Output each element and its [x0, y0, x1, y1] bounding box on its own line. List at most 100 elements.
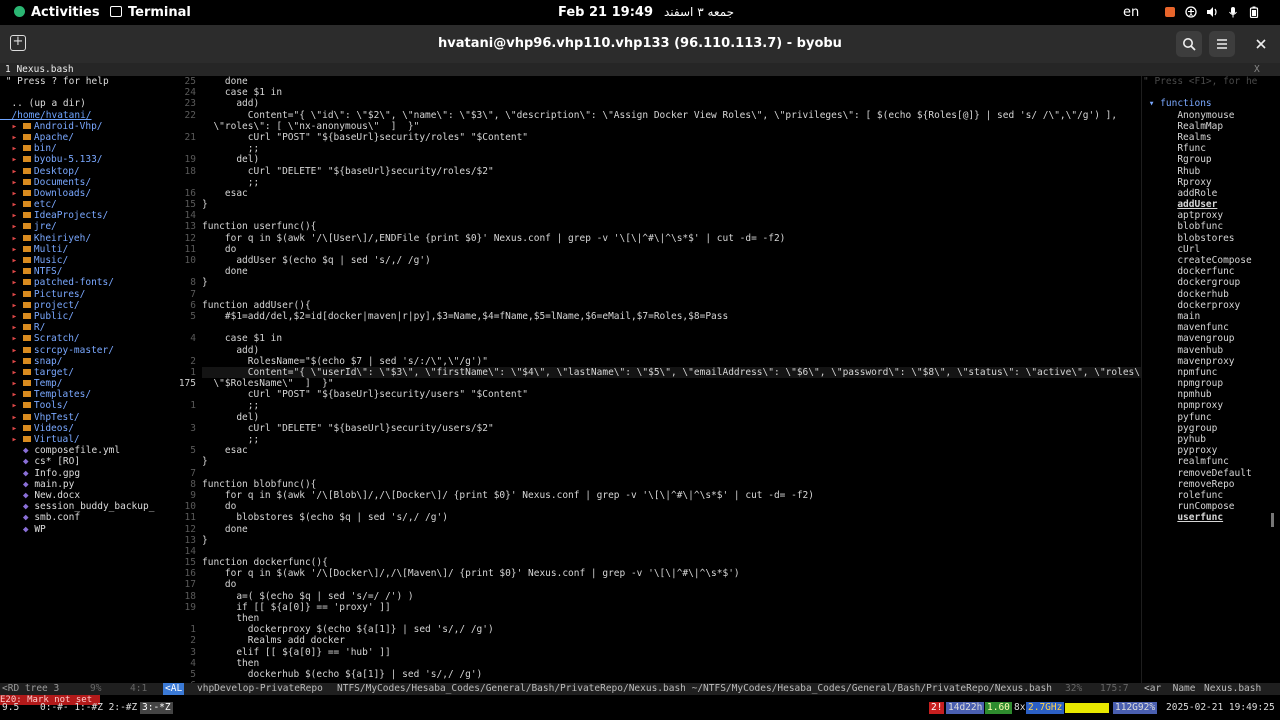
microphone-icon[interactable] [1227, 6, 1239, 18]
code-line[interactable]: cUrl "POST" "${baseUrl}security/roles" "… [202, 132, 1142, 143]
tree-file-item[interactable]: ◆ cs* [RO] [0, 456, 164, 467]
vim-tab-close[interactable]: X [1254, 64, 1260, 75]
tagbar-item[interactable]: removeRepo [1143, 479, 1268, 490]
tagbar-item[interactable]: Anonymouse [1143, 110, 1268, 121]
tagbar-item[interactable]: dockerfunc [1143, 266, 1268, 277]
expand-arrow-icon[interactable]: ▸ [0, 132, 23, 143]
tree-dir-item[interactable]: ▸ scrcpy-master/ [0, 345, 164, 356]
tagbar-item[interactable]: createCompose [1143, 255, 1268, 266]
code-line[interactable]: add) [202, 345, 1142, 356]
tree-dir-item[interactable]: ▸ bin/ [0, 143, 164, 154]
tree-dir-item[interactable]: ▸ etc/ [0, 199, 164, 210]
tagbar-item[interactable]: rolefunc [1143, 490, 1268, 501]
terminal-viewport[interactable]: 1 Nexus.bash X " Press ? for help .. (up… [0, 63, 1280, 720]
close-icon[interactable] [1248, 31, 1274, 57]
expand-arrow-icon[interactable]: ▸ [0, 367, 23, 378]
tree-dir-item[interactable]: ▸ Multi/ [0, 244, 164, 255]
persian-date[interactable]: جمعه ۳ اسفند [664, 5, 734, 19]
tree-file-item[interactable]: ◆ Info.gpg [0, 468, 164, 479]
code-line[interactable]: do [202, 244, 1142, 255]
tree-file-item[interactable]: ◆ composefile.yml [0, 445, 164, 456]
code-line[interactable]: } [202, 456, 1142, 467]
code-line[interactable]: for q in $(awk '/\[User\]/,ENDFile {prin… [202, 233, 1142, 244]
code-line[interactable]: } [202, 199, 1142, 210]
tagbar-item[interactable]: pyproxy [1143, 445, 1268, 456]
tagbar-item[interactable]: Rhub [1143, 166, 1268, 177]
code-line[interactable]: cUrl "DELETE" "${baseUrl}security/roles/… [202, 166, 1142, 177]
tagbar-item[interactable]: npmproxy [1143, 400, 1268, 411]
code-line[interactable]: ;; [202, 400, 1142, 411]
code-line[interactable]: } [202, 535, 1142, 546]
tagbar-item[interactable]: Rgroup [1143, 154, 1268, 165]
tree-dir-item[interactable]: ▸ Templates/ [0, 389, 164, 400]
code-line[interactable]: cUrl "POST" "${baseUrl}security/users" "… [202, 389, 1142, 400]
code-editor-pane[interactable]: done case $1 in add) Content="{ \"id\": … [202, 76, 1142, 684]
tree-file-item[interactable]: ◆ main.py [0, 479, 164, 490]
expand-arrow-icon[interactable]: ▸ [0, 345, 23, 356]
tagbar-item[interactable]: npmgroup [1143, 378, 1268, 389]
expand-arrow-icon[interactable]: ▸ [0, 255, 23, 266]
code-line[interactable]: } [202, 277, 1142, 288]
expand-arrow-icon[interactable]: ▸ [0, 412, 23, 423]
code-line[interactable]: RolesName="$(echo $7 | sed 's/:/\",\"/g'… [202, 356, 1142, 367]
tree-file-item[interactable]: ◆ session_buddy_backup_ [0, 501, 164, 512]
expand-arrow-icon[interactable]: ▸ [0, 177, 23, 188]
code-line[interactable]: esac [202, 445, 1142, 456]
clock[interactable]: Feb 21 19:49 [558, 5, 653, 20]
tree-dir-item[interactable]: ▸ Desktop/ [0, 166, 164, 177]
code-line[interactable]: function blobfunc(){ [202, 479, 1142, 490]
expand-arrow-icon[interactable]: ▸ [0, 233, 23, 244]
system-tray[interactable] [1164, 6, 1260, 19]
scrollbar-thumb[interactable] [1271, 513, 1274, 527]
code-line[interactable]: Content="{ \"id\": \"$2\", \"name\": \"$… [202, 110, 1142, 121]
input-language-indicator[interactable]: en [1123, 5, 1139, 20]
tagbar-item[interactable]: npmfunc [1143, 367, 1268, 378]
code-line[interactable]: add) [202, 98, 1142, 109]
code-line[interactable]: \"roles\": [ \"nx-anonymous\" ] }" [202, 121, 1142, 132]
tree-dir-item[interactable]: ▸ patched-fonts/ [0, 277, 164, 288]
tree-dir-item[interactable]: ▸ jre/ [0, 221, 164, 232]
code-line[interactable] [202, 210, 1142, 221]
code-line[interactable]: for q in $(awk '/\[Docker\]/,/\[Maven\]/… [202, 568, 1142, 579]
expand-arrow-icon[interactable]: ▸ [0, 389, 23, 400]
tree-dir-item[interactable]: ▸ snap/ [0, 356, 164, 367]
expand-arrow-icon[interactable]: ▸ [0, 300, 23, 311]
expand-arrow-icon[interactable]: ▸ [0, 154, 23, 165]
tagbar-item[interactable]: dockergroup [1143, 277, 1268, 288]
code-line[interactable]: del) [202, 154, 1142, 165]
tree-file-item[interactable]: ◆ WP [0, 524, 164, 535]
code-line[interactable]: if [[ ${a[0]} == 'proxy' ]] [202, 602, 1142, 613]
code-line[interactable]: Realms add docker [202, 635, 1142, 646]
tree-dir-item[interactable]: ▸ Videos/ [0, 423, 164, 434]
activities-button[interactable]: Activities [14, 5, 100, 20]
code-line[interactable] [202, 468, 1142, 479]
tree-file-item[interactable]: .. (up a dir) [0, 98, 164, 109]
tagbar-item[interactable]: pygroup [1143, 423, 1268, 434]
tagbar-item[interactable]: addRole [1143, 188, 1268, 199]
expand-arrow-icon[interactable]: ▸ [0, 166, 23, 177]
tagbar-item[interactable]: cUrl [1143, 244, 1268, 255]
code-line[interactable]: elif [[ ${a[0]} == 'hub' ]] [202, 647, 1142, 658]
terminal-scrollbar[interactable] [1269, 63, 1277, 684]
tagbar-item[interactable]: blobstores [1143, 233, 1268, 244]
tagbar-pane[interactable]: " Press <F1>, for he ▾ functions Anonymo… [1143, 76, 1268, 684]
tree-dir-item[interactable]: ▸ Scratch/ [0, 333, 164, 344]
code-line[interactable]: #$1=add/del,$2=id[docker|maven|r|py],$3=… [202, 311, 1142, 322]
code-line[interactable]: esac [202, 188, 1142, 199]
code-line-current[interactable]: Content="{ \"userId\": \"$3\", \"firstNa… [202, 366, 1142, 379]
tree-dir-item[interactable]: ▸ target/ [0, 367, 164, 378]
tree-dir-item[interactable]: ▸ byobu-5.133/ [0, 154, 164, 165]
tagbar-item[interactable]: runCompose [1143, 501, 1268, 512]
code-line[interactable] [202, 322, 1142, 333]
code-line[interactable]: case $1 in [202, 333, 1142, 344]
expand-arrow-icon[interactable]: ▸ [0, 210, 23, 221]
expand-arrow-icon[interactable]: ▸ [0, 378, 23, 389]
code-line[interactable]: ;; [202, 177, 1142, 188]
expand-arrow-icon[interactable]: ▸ [0, 199, 23, 210]
expand-arrow-icon[interactable]: ▸ [0, 244, 23, 255]
tagbar-item[interactable]: pyfunc [1143, 412, 1268, 423]
expand-arrow-icon[interactable]: ▸ [0, 289, 23, 300]
code-line[interactable]: \"$RolesName\" ] }" [202, 378, 1142, 389]
tagbar-item[interactable]: mavenhub [1143, 345, 1268, 356]
tagbar-item[interactable]: npmhub [1143, 389, 1268, 400]
